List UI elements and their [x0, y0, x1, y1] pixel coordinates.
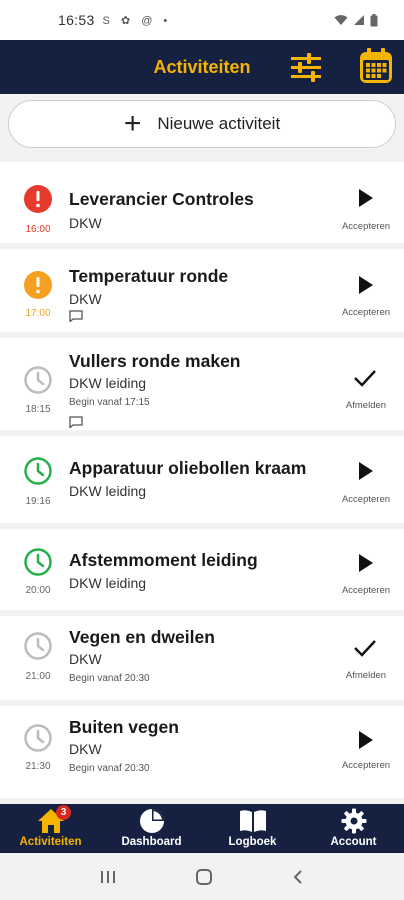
system-nav-bar [0, 853, 404, 900]
pie-chart-icon [139, 809, 164, 833]
play-icon[interactable] [352, 185, 378, 211]
clock-icon [24, 548, 52, 576]
activity-list: 16:00 Leverancier Controles DKW Accepter… [0, 162, 404, 798]
activity-department: DKW [69, 291, 102, 307]
activity-row[interactable]: 21:30 Buiten vegen DKW Begin vanaf 20:30… [0, 706, 404, 798]
activity-row[interactable]: 16:00 Leverancier Controles DKW Accepter… [0, 162, 404, 249]
play-icon[interactable] [352, 550, 378, 576]
accept-button[interactable]: Accepteren [337, 760, 395, 771]
clock-icon [24, 632, 52, 660]
status-time: 16:53 [58, 12, 95, 28]
accept-button[interactable]: Accepteren [337, 221, 395, 232]
clock-icon [24, 366, 52, 394]
accept-button[interactable]: Accepteren [337, 307, 395, 318]
tab-activiteiten[interactable]: 3 Activiteiten [0, 804, 101, 853]
battery-icon [370, 13, 378, 26]
clock-icon [24, 457, 52, 485]
activity-row[interactable]: 17:00 Temperatuur ronde DKW Accepteren [0, 249, 404, 338]
sign-off-button[interactable]: Afmelden [337, 670, 395, 681]
status-bar: 16:53 S ✿ @ • [0, 0, 404, 40]
activity-row[interactable]: 21:00 Vegen en dweilen DKW Begin vanaf 2… [0, 616, 404, 706]
activity-begin-time: Begin vanaf 20:30 [69, 763, 150, 774]
accept-button[interactable]: Accepteren [337, 494, 395, 505]
activity-time: 21:30 [25, 761, 51, 772]
tab-dashboard[interactable]: Dashboard [101, 804, 202, 853]
check-icon[interactable] [352, 635, 378, 661]
comment-icon [69, 416, 83, 428]
activity-row[interactable]: 20:00 Afstemmoment leiding DKW leiding A… [0, 529, 404, 616]
activity-time: 21:00 [25, 671, 51, 682]
new-activity-button[interactable]: + Nieuwe activiteit [8, 100, 396, 148]
tab-label: Account [330, 836, 377, 848]
play-icon[interactable] [352, 727, 378, 753]
wifi-icon [334, 15, 348, 25]
system-notification-icons: S ✿ @ • [102, 14, 172, 27]
recent-apps-icon[interactable] [99, 869, 117, 885]
play-icon[interactable] [352, 272, 378, 298]
activity-begin-time: Begin vanaf 17:15 [69, 397, 150, 408]
activity-title: Apparatuur oliebollen kraam [69, 458, 307, 478]
activity-title: Leverancier Controles [69, 189, 254, 209]
book-icon [239, 810, 266, 832]
activity-title: Vegen en dweilen [69, 627, 215, 647]
page-title: Activiteiten [153, 56, 251, 77]
app-header: Activiteiten [0, 40, 404, 94]
tab-label: Dashboard [121, 836, 182, 848]
tab-logboek[interactable]: Logboek [202, 804, 303, 853]
activity-title: Buiten vegen [69, 717, 179, 737]
tab-label: Logboek [228, 836, 277, 848]
home-button-icon[interactable] [195, 868, 213, 886]
plus-icon: + [123, 107, 142, 140]
clock-icon [24, 724, 52, 752]
tab-account[interactable]: Account [303, 804, 404, 853]
filter-sliders-icon[interactable] [289, 52, 323, 82]
activity-department: DKW leiding [69, 375, 147, 391]
activity-time: 20:00 [25, 585, 51, 596]
activity-begin-time: Begin vanaf 20:30 [69, 673, 150, 684]
signal-icon [354, 15, 364, 25]
tab-label: Activiteiten [19, 836, 82, 848]
activity-department: DKW [69, 215, 102, 231]
play-icon[interactable] [352, 458, 378, 484]
back-icon[interactable] [291, 869, 305, 885]
activity-row[interactable]: 18:15 Vullers ronde maken DKW leiding Be… [0, 338, 404, 436]
activity-time: 18:15 [25, 404, 51, 415]
status-right-icons [334, 13, 378, 27]
activity-title: Vullers ronde maken [69, 351, 241, 371]
activity-title: Temperatuur ronde [69, 266, 229, 286]
notification-badge: 3 [56, 805, 71, 820]
new-activity-label: Nieuwe activiteit [157, 114, 281, 133]
activity-department: DKW [69, 741, 102, 757]
bottom-tab-bar: 3 Activiteiten Dashboard Logboek Account [0, 804, 404, 853]
activity-department: DKW leiding [69, 483, 147, 499]
activity-time: 16:00 [25, 224, 51, 235]
alert-icon [24, 271, 52, 299]
sign-off-button[interactable]: Afmelden [337, 400, 395, 411]
calendar-icon[interactable] [359, 48, 393, 84]
activity-time: 19:16 [25, 496, 51, 507]
accept-button[interactable]: Accepteren [337, 585, 395, 596]
activity-department: DKW [69, 651, 102, 667]
activity-department: DKW leiding [69, 575, 147, 591]
alert-icon [24, 185, 52, 213]
check-icon[interactable] [352, 365, 378, 391]
comment-icon [69, 310, 83, 322]
activity-row[interactable]: 19:16 Apparatuur oliebollen kraam DKW le… [0, 436, 404, 529]
activity-time: 17:00 [25, 308, 51, 319]
activity-title: Afstemmoment leiding [69, 550, 258, 570]
gear-icon [341, 808, 366, 834]
